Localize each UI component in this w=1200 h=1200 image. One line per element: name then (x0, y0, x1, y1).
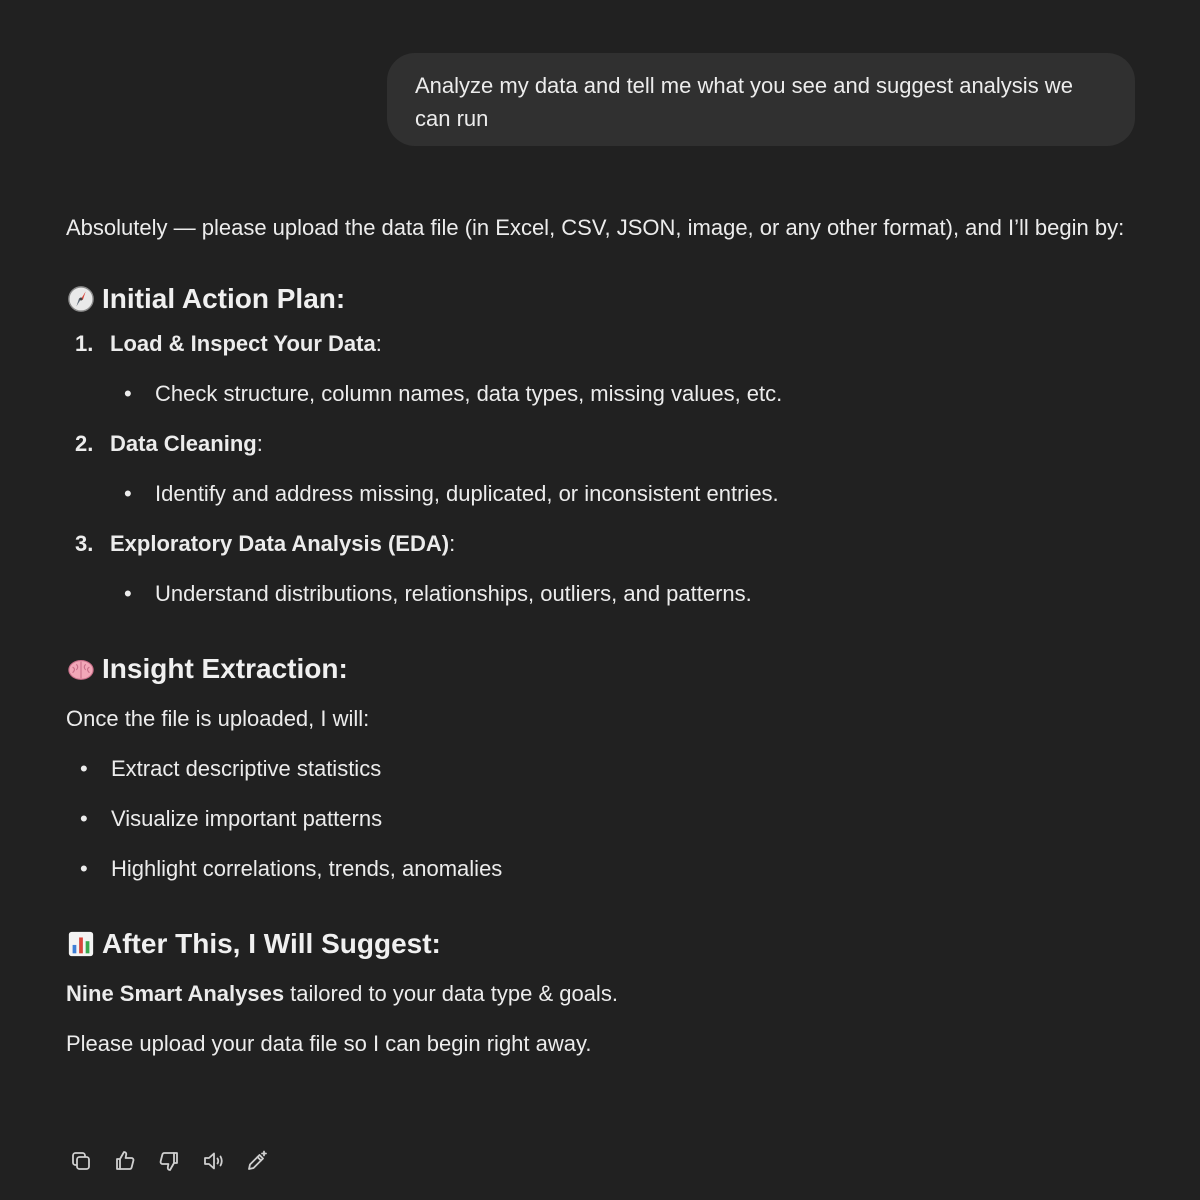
message-actions (66, 1146, 286, 1176)
list-item-text: Highlight correlations, trends, anomalie… (111, 856, 503, 881)
bullet-dot: • (80, 756, 88, 781)
heading-after-this: After This, I Will Suggest: (66, 924, 1136, 964)
brain-icon (66, 654, 96, 684)
heading-text: After This, I Will Suggest: (102, 928, 441, 959)
plan-step: 2. Data Cleaning: (66, 428, 1136, 460)
step-title: Data Cleaning (110, 431, 257, 456)
list-item: • Visualize important patterns (66, 803, 1136, 835)
assistant-response: Absolutely — please upload the data file… (66, 208, 1136, 1060)
thumbs-up-icon (116, 1151, 135, 1170)
heading-initial-action-plan: Initial Action Plan: (66, 279, 1136, 319)
copy-icon (72, 1152, 90, 1170)
user-message-bubble: Analyze my data and tell me what you see… (387, 53, 1135, 146)
heading-insight-extraction: Insight Extraction: (66, 649, 1136, 689)
bullet-dot: • (80, 806, 88, 831)
step-detail: • Understand distributions, relationship… (66, 578, 1136, 610)
insight-lead: Once the file is uploaded, I will: (66, 706, 370, 731)
list-item-text: Extract descriptive statistics (111, 756, 382, 781)
suggest-line: Nine Smart Analyses tailored to your dat… (66, 978, 1136, 1010)
step-detail: • Identify and address missing, duplicat… (66, 478, 1136, 510)
read-aloud-icon (204, 1152, 223, 1170)
heading-text: Initial Action Plan: (102, 283, 346, 314)
plan-step: 3. Exploratory Data Analysis (EDA): (66, 528, 1136, 560)
step-detail-text: Understand distributions, relationships,… (155, 581, 752, 606)
thumbs-down-icon (159, 1152, 178, 1171)
step-colon: : (449, 531, 456, 556)
suggest-bold: Nine Smart Analyses (66, 981, 285, 1006)
step-number: 2. (75, 431, 94, 456)
thumbs-down-button[interactable] (154, 1146, 184, 1176)
heading-text: Insight Extraction: (102, 653, 348, 684)
bullet-dot: • (124, 581, 132, 606)
bar-chart-icon (66, 929, 96, 959)
closing-line: Please upload your data file so I can be… (66, 1031, 592, 1056)
step-detail-text: Identify and address missing, duplicated… (155, 481, 779, 506)
step-number: 3. (75, 531, 94, 556)
copy-button[interactable] (66, 1146, 96, 1176)
step-detail-text: Check structure, column names, data type… (155, 381, 783, 406)
edit-sparkle-icon (248, 1150, 267, 1170)
step-number: 1. (75, 331, 94, 356)
read-aloud-button[interactable] (198, 1146, 228, 1176)
step-title: Load & Inspect Your Data (110, 331, 376, 356)
suggest-rest: tailored to your data type & goals. (284, 981, 618, 1006)
list-item: • Highlight correlations, trends, anomal… (66, 853, 1136, 885)
step-colon: : (256, 431, 263, 456)
user-message-text: Analyze my data and tell me what you see… (415, 73, 1073, 131)
step-title: Exploratory Data Analysis (EDA) (110, 531, 450, 556)
thumbs-up-button[interactable] (110, 1146, 140, 1176)
step-colon: : (375, 331, 382, 356)
list-item-text: Visualize important patterns (111, 806, 383, 831)
edit-sparkle-button[interactable] (242, 1146, 272, 1176)
bullet-dot: • (124, 481, 132, 506)
step-detail: • Check structure, column names, data ty… (66, 378, 1136, 410)
plan-step: 1. Load & Inspect Your Data: (66, 328, 1136, 360)
compass-icon (66, 284, 96, 314)
response-intro: Absolutely — please upload the data file… (66, 215, 1125, 240)
bullet-dot: • (80, 856, 88, 881)
list-item: • Extract descriptive statistics (66, 753, 1136, 785)
bullet-dot: • (124, 381, 132, 406)
